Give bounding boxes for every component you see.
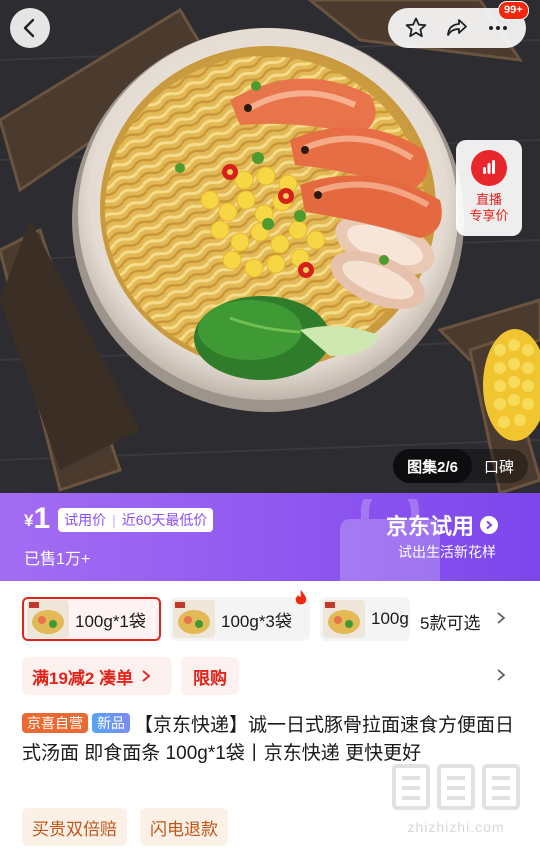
trial-price-label: 试用价: [64, 512, 107, 528]
fast-refund-badge[interactable]: 闪电退款: [140, 808, 228, 846]
variant-option-2[interactable]: 100g*3袋: [170, 597, 310, 641]
live-exclusive-price-button[interactable]: 直播 专享价: [456, 140, 522, 236]
coupon-row: 满19减2 凑单 限购: [0, 655, 540, 699]
trial-price-row: ¥ 1 试用价 | 近60天最低价: [24, 502, 214, 535]
flame-icon: [295, 590, 307, 605]
tag-divider: |: [112, 512, 116, 528]
watermark-logo: [392, 764, 520, 810]
sold-count: 已售1万+: [24, 551, 91, 568]
discount-coupon-label: 满19减2 凑单: [32, 668, 134, 688]
discount-coupon-button[interactable]: 满19减2 凑单: [22, 657, 172, 695]
share-button[interactable]: [440, 11, 474, 45]
live-label-line-1: 直播: [475, 192, 502, 207]
top-action-group: 99+: [388, 1, 529, 48]
tab-reviews[interactable]: 口碑: [472, 456, 528, 477]
variant-selector: 100g*1袋 100g*3袋 100g 5款可选: [0, 581, 540, 655]
gallery-tab-switch: 图集2/6 口碑: [393, 449, 528, 483]
variant-thumbnail: [173, 600, 215, 638]
price-protection-badge[interactable]: 买贵双倍赔: [22, 808, 127, 846]
watermark-site-text: zhizhizhi.com: [407, 819, 505, 835]
self-operated-tag: 京喜自营: [22, 713, 88, 733]
live-label-line-2: 专享价: [469, 208, 509, 223]
chevron-right-icon[interactable]: [494, 668, 508, 682]
message-count-badge: 99+: [497, 1, 529, 20]
back-button[interactable]: [10, 8, 50, 48]
variant-count-label[interactable]: 5款可选: [420, 609, 480, 634]
live-price-label: 直播 专享价: [469, 192, 508, 224]
share-icon: [447, 19, 467, 36]
variant-option-3[interactable]: 100g: [320, 597, 410, 641]
jd-trial-subtitle: 试出生活新花样: [398, 544, 496, 560]
variant-label: 100g: [371, 609, 409, 628]
jd-trial-title-text: 京东试用: [386, 514, 475, 539]
live-stream-icon: [471, 150, 507, 186]
new-product-tag: 新品: [92, 713, 130, 733]
more-menu-button[interactable]: 99+: [481, 1, 529, 45]
trial-price: 1: [33, 502, 51, 535]
tab-gallery[interactable]: 图集2/6: [393, 449, 472, 483]
variant-option-1[interactable]: 100g*1袋: [22, 597, 161, 641]
purchase-limit-badge[interactable]: 限购: [181, 657, 239, 695]
site-watermark: zhizhizhi.com: [386, 760, 526, 835]
chevron-right-icon[interactable]: [494, 611, 508, 625]
price-tag: 试用价 | 近60天最低价: [58, 508, 214, 532]
trial-promo-banner[interactable]: ¥ 1 试用价 | 近60天最低价 已售1万+ 京东试用 试出生活新花样: [0, 493, 540, 581]
chevron-right-icon: [142, 670, 151, 682]
currency-symbol: ¥: [24, 511, 34, 530]
variant-thumbnail: [323, 600, 365, 638]
back-arrow-icon: [23, 18, 35, 38]
jd-trial-title: 京东试用: [386, 509, 499, 541]
chevron-right-icon: [480, 516, 499, 534]
variant-label: 100g*1袋: [75, 611, 146, 631]
favorite-button[interactable]: [399, 11, 433, 45]
variant-label: 100g*3袋: [221, 611, 292, 631]
lowest-price-label: 近60天最低价: [121, 512, 208, 528]
star-icon: [406, 17, 427, 38]
product-photo: [0, 0, 540, 493]
variant-thumbnail: [27, 600, 69, 638]
product-image-carousel[interactable]: 99+ 直播 专享价 图集2/6 口碑: [0, 0, 540, 493]
